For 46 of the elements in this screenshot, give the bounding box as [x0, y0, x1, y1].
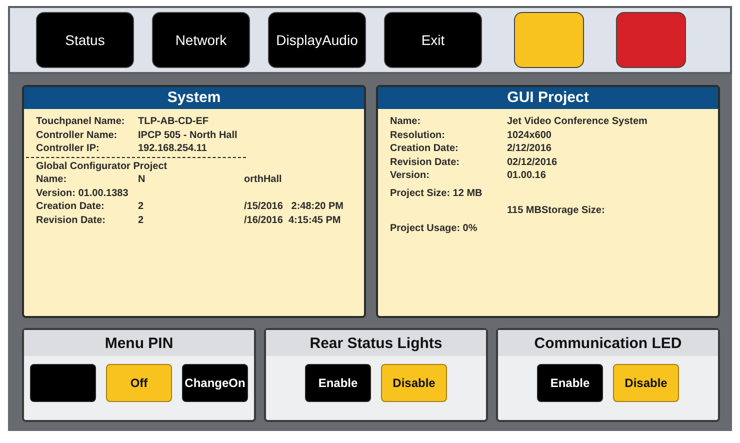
panel-title: GUI Project	[378, 87, 718, 109]
nav-button[interactable]: Exit	[384, 12, 482, 68]
info-text: Version: 01.00.1383	[36, 186, 130, 200]
toggle-button[interactable]: Enable	[537, 364, 603, 402]
toggle-button[interactable]: Off	[106, 364, 172, 402]
field-label: Controller IP:	[36, 142, 100, 156]
field-value: Jet Video Conference System	[507, 115, 648, 128]
field-label: Creation Date:	[390, 142, 460, 156]
field-label: Controller Name:	[36, 128, 118, 142]
field-value: 192.168.254.11	[138, 142, 208, 156]
field-value: 01.00.16	[507, 169, 547, 182]
toggle-button[interactable]: Disable	[613, 364, 679, 402]
field-label: Name:	[36, 173, 68, 186]
info-text: Global Configurator Project	[36, 160, 168, 173]
field-value: TLP-AB-CD-EF	[138, 115, 210, 128]
card-title: Rear Status Lights	[266, 330, 486, 356]
field-value: 115 MBStorage Size:	[507, 204, 606, 218]
field-value: 1024x600	[507, 128, 552, 142]
field-value: 2/12/2016	[507, 142, 552, 156]
card-title: Menu PIN	[24, 330, 254, 356]
field-label: Touchpanel Name:	[36, 115, 126, 128]
field-label: Revision Date:	[36, 214, 106, 227]
field-value: 2	[138, 200, 145, 214]
field-value: /16/2016 4:15:45 PM	[244, 214, 342, 227]
toggle-button[interactable]: Enable	[305, 364, 371, 402]
field-label: Creation Date:	[36, 200, 106, 214]
info-text: Project Usage: 0%	[390, 222, 478, 235]
nav-button[interactable]: DisplayAudio	[268, 12, 366, 68]
blank-button[interactable]	[514, 12, 584, 68]
field-value: orthHall	[244, 173, 283, 186]
field-value: IPCP 505 - North Hall	[138, 128, 238, 142]
toggle-button[interactable]: ChangeOn	[182, 364, 248, 402]
card-title: Communication LED	[498, 330, 718, 356]
field-value: 2	[138, 214, 145, 227]
panel-title: System	[24, 87, 364, 109]
nav-button[interactable]: Network	[152, 12, 250, 68]
field-label: Name:	[390, 115, 422, 128]
field-value: 02/12/2016	[507, 156, 558, 169]
field-label: Version:	[390, 169, 430, 182]
nav-button[interactable]: Status	[36, 12, 134, 68]
field-value: /15/2016 2:48:20 PM	[244, 200, 345, 214]
field-label: Resolution:	[390, 128, 446, 142]
toggle-button[interactable]: Disable	[381, 364, 447, 402]
field-label: Revision Date:	[390, 156, 460, 169]
field-value: N	[138, 173, 146, 186]
info-text: Project Size: 12 MB	[390, 186, 484, 200]
